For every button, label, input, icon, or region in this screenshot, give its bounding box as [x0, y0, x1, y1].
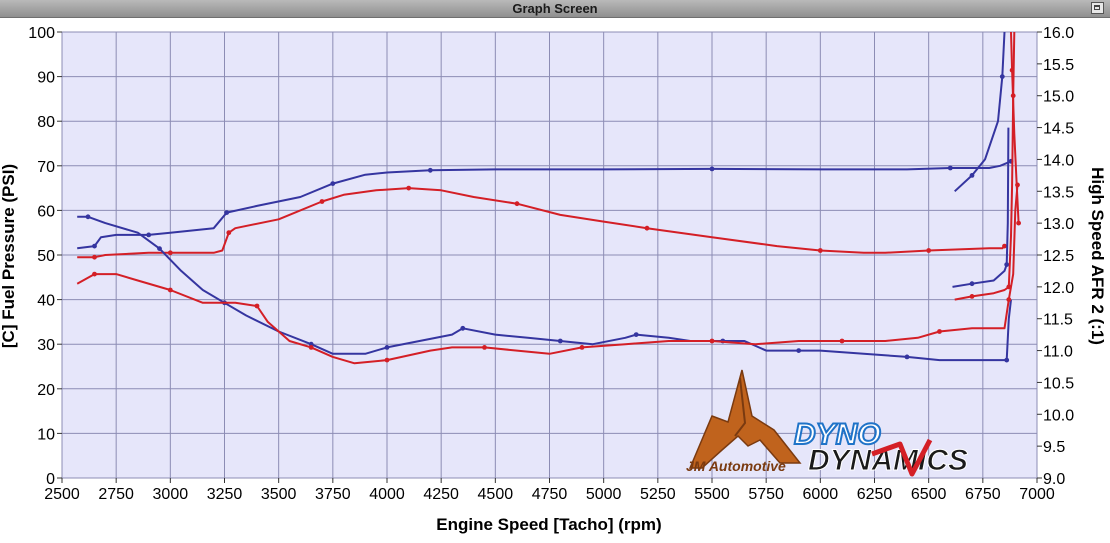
dyno-chart: 2500 2750 3000 3250 3500 3750 4000 4250 4500 4750… [0, 25, 1107, 534]
series-point [308, 345, 314, 350]
y-right-tick-label: 13.0 [1043, 216, 1074, 233]
series-point [224, 210, 230, 216]
y-left-tick-label: 60 [37, 203, 55, 220]
x-tick-label: 4000 [369, 486, 405, 503]
window-titlebar: Graph Screen [0, 0, 1110, 18]
series-point [319, 199, 325, 204]
series-point [330, 181, 336, 187]
x-tick-label: 7000 [1019, 486, 1055, 503]
series-point [633, 332, 639, 337]
y-right-tick-label: 11.5 [1043, 312, 1073, 329]
series-point [146, 232, 152, 238]
series-point [709, 166, 715, 172]
series-point [254, 303, 260, 309]
y-right-tick-label: 16.0 [1043, 25, 1074, 42]
series-point [926, 248, 932, 253]
y-left-tick-label: 80 [37, 114, 55, 131]
series-point [999, 74, 1005, 79]
y-right-tick-label: 11.0 [1043, 344, 1073, 361]
series-point [92, 243, 97, 249]
x-tick-label: 6000 [803, 486, 839, 503]
y-axis-right-label: High Speed AFR 2 (:1) [1088, 167, 1107, 345]
x-tick-label: 5250 [640, 486, 676, 503]
series-point [947, 165, 953, 171]
x-tick-label: 3750 [315, 486, 351, 503]
y-left-tick-label: 50 [37, 248, 55, 265]
x-tick-label: 5000 [586, 486, 622, 503]
y-left-tick-label: 40 [37, 293, 55, 310]
series-point [969, 294, 975, 299]
y-left-tick-label: 20 [37, 382, 55, 399]
y-right-tick-label: 10.5 [1043, 375, 1074, 392]
series-point [157, 246, 162, 252]
y-left-tick-label: 90 [37, 70, 55, 87]
x-tick-label: 5500 [694, 486, 730, 503]
series-point [226, 230, 232, 236]
x-tick-label: 3250 [207, 486, 243, 503]
y-right-tick-label: 15.0 [1043, 89, 1074, 106]
series-point [406, 185, 412, 191]
series-point [167, 287, 173, 293]
y-right-tick-label: 9.5 [1043, 439, 1065, 456]
series-point [644, 225, 650, 231]
series-point [579, 345, 585, 350]
y-left-tick-label: 100 [28, 25, 55, 42]
x-tick-label: 4750 [532, 486, 568, 503]
y-right-tick-label: 9.0 [1043, 471, 1065, 488]
window-title: Graph Screen [512, 1, 598, 16]
x-tick-label: 5750 [748, 486, 784, 503]
y-left-tick-label: 30 [37, 337, 55, 354]
series-point [167, 250, 173, 256]
series-point [482, 345, 487, 350]
series-point [796, 348, 802, 353]
x-axis-label: Engine Speed [Tacho] (rpm) [436, 515, 661, 534]
series-point [839, 338, 845, 344]
series-point [92, 271, 97, 277]
y-axis-left-label: [C] Fuel Pressure (PSI) [0, 164, 18, 348]
x-tick-label: 2500 [44, 486, 80, 503]
series-point [460, 325, 466, 331]
logo-jm-automotive-text: JM Automotive [686, 458, 786, 474]
series-point [85, 214, 91, 220]
series-point [427, 167, 433, 173]
series-point [1004, 357, 1010, 363]
x-tick-label: 3000 [153, 486, 189, 503]
restore-window-icon[interactable] [1091, 2, 1104, 14]
series-point [1006, 297, 1012, 302]
x-tick-label: 6250 [857, 486, 893, 503]
y-left-tick-label: 10 [37, 426, 55, 443]
series-point [904, 354, 910, 360]
series-point [92, 254, 97, 260]
y-right-tick-label: 10.0 [1043, 407, 1074, 424]
x-tick-label: 4250 [423, 486, 459, 503]
x-tick-label: 6500 [911, 486, 947, 503]
y-right-tick-label: 14.5 [1043, 121, 1074, 138]
series-point [514, 201, 520, 207]
y-right-tick-label: 12.0 [1043, 280, 1074, 297]
x-tick-label: 2750 [98, 486, 134, 503]
series-point [1016, 220, 1021, 226]
y-right-tick-label: 15.5 [1043, 57, 1074, 74]
series-point [969, 173, 975, 178]
series-point [384, 345, 390, 350]
y-right-tick-label: 14.0 [1043, 152, 1074, 169]
series-point [557, 338, 563, 344]
series-point [817, 248, 823, 253]
x-tick-label: 3500 [261, 486, 297, 503]
x-tick-label: 4500 [478, 486, 514, 503]
y-left-tick-label: 0 [46, 471, 55, 488]
y-right-tick-label: 12.5 [1043, 248, 1074, 265]
y-left-tick-label: 70 [37, 159, 55, 176]
series-point [937, 329, 942, 334]
series-point [709, 338, 715, 344]
series-point [1006, 284, 1012, 290]
x-tick-label: 6750 [965, 486, 1001, 503]
series-point [969, 281, 975, 287]
series-point [384, 357, 390, 363]
series-point [1004, 262, 1010, 267]
y-right-tick-label: 13.5 [1043, 184, 1074, 201]
series-point [1009, 67, 1015, 73]
